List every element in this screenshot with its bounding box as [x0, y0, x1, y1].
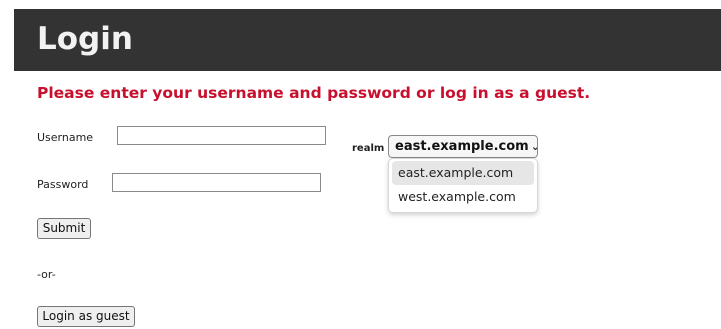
realm-selected-value: east.example.com: [395, 139, 529, 154]
username-label: Username: [37, 131, 94, 144]
realm-option-west[interactable]: west.example.com: [392, 185, 534, 209]
realm-select[interactable]: east.example.com ⌄: [388, 135, 538, 158]
realm-dropdown-menu: east.example.com west.example.com: [388, 158, 538, 213]
username-input[interactable]: [117, 126, 326, 145]
password-label: Password: [37, 178, 89, 191]
realm-option-east[interactable]: east.example.com: [392, 161, 534, 185]
submit-button[interactable]: Submit: [37, 218, 91, 239]
password-input[interactable]: [112, 173, 321, 192]
or-separator: -or-: [37, 268, 56, 281]
login-as-guest-button[interactable]: Login as guest: [37, 306, 135, 327]
chevron-down-icon: ⌄: [531, 140, 537, 153]
page-header: Login: [14, 9, 721, 71]
instruction-message: Please enter your username and password …: [37, 84, 591, 102]
page-title: Login: [37, 21, 133, 57]
realm-label: realm: [352, 143, 385, 154]
